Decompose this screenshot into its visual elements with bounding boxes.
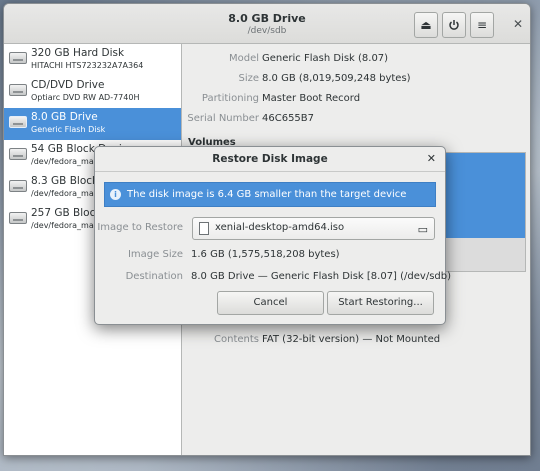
optical-drive-icon	[9, 84, 27, 96]
dialog-title: Restore Disk Image	[212, 153, 328, 165]
serial-value: 46C655B7	[262, 113, 315, 124]
dialog-close-button[interactable]: ✕	[427, 152, 436, 165]
power-off-button[interactable]	[442, 12, 466, 38]
partitioning-label: Partitioning	[201, 93, 259, 104]
size-label: Size	[238, 73, 259, 84]
power-icon	[449, 20, 459, 30]
close-icon: ✕	[426, 152, 436, 165]
dialog-divider	[95, 171, 445, 172]
restore-disk-image-dialog: Restore Disk Image ✕ i The disk image is…	[94, 146, 451, 325]
start-restoring-button[interactable]: Start Restoring...	[327, 291, 434, 315]
toolbar-buttons: ⏏ ≡	[414, 12, 498, 38]
model-row: Model Generic Flash Disk (8.07)	[183, 53, 523, 69]
info-message: The disk image is 6.4 GB smaller than th…	[127, 189, 407, 200]
image-to-restore-label: Image to Restore	[97, 222, 183, 233]
model-label: Model	[228, 53, 259, 64]
destination-label: Destination	[125, 271, 183, 282]
device-subtitle: Optiarc DVD RW AD-7740H	[31, 93, 140, 102]
flash-drive-icon	[9, 116, 27, 128]
hard-disk-icon	[9, 52, 27, 64]
block-device-icon	[9, 180, 27, 192]
image-file-name: xenial-desktop-amd64.iso	[215, 222, 345, 233]
partitioning-row: Partitioning Master Boot Record	[183, 93, 523, 109]
device-subtitle: Generic Flash Disk	[31, 125, 106, 134]
document-icon	[199, 222, 209, 235]
contents-label: Contents	[214, 334, 259, 345]
drive-menu-button[interactable]: ≡	[470, 12, 494, 38]
device-name: 320 GB Hard Disk	[31, 47, 125, 59]
device-name: CD/DVD Drive	[31, 79, 105, 91]
image-size-value: 1.6 GB (1,575,518,208 bytes)	[191, 249, 340, 260]
cancel-button[interactable]: Cancel	[217, 291, 324, 315]
destination-value: 8.0 GB Drive — Generic Flash Disk [8.07]…	[191, 271, 451, 282]
size-row: Size 8.0 GB (8,019,509,248 bytes)	[183, 73, 523, 89]
window-close-button[interactable]: ✕	[511, 17, 525, 31]
titlebar: 8.0 GB Drive /dev/sdb ⏏ ≡ ✕	[4, 4, 530, 44]
size-value: 8.0 GB (8,019,509,248 bytes)	[262, 73, 411, 84]
destination-row: Destination 8.0 GB Drive — Generic Flash…	[95, 271, 451, 287]
sidebar-item-8gb-drive[interactable]: 8.0 GB Drive Generic Flash Disk	[4, 108, 181, 140]
serial-row: Serial Number 46C655B7	[183, 113, 523, 129]
sidebar-item-cd-dvd-drive[interactable]: CD/DVD Drive Optiarc DVD RW AD-7740H	[4, 76, 181, 108]
info-bar: i The disk image is 6.4 GB smaller than …	[104, 182, 436, 207]
folder-open-icon: ▭	[417, 223, 428, 236]
image-file-chooser[interactable]: xenial-desktop-amd64.iso ▭	[192, 217, 435, 240]
device-name: 8.0 GB Drive	[31, 111, 98, 123]
model-value: Generic Flash Disk (8.07)	[262, 53, 389, 64]
block-device-icon	[9, 212, 27, 224]
device-subtitle: HITACHI HTS723232A7A364	[31, 61, 144, 70]
image-size-row: Image Size 1.6 GB (1,575,518,208 bytes)	[95, 249, 445, 265]
info-icon: i	[110, 189, 121, 200]
contents-row: Contents FAT (32-bit version) — Not Moun…	[183, 334, 523, 350]
eject-button[interactable]: ⏏	[414, 12, 438, 38]
eject-icon: ⏏	[420, 18, 432, 32]
image-size-label: Image Size	[127, 249, 183, 260]
block-device-icon	[9, 148, 27, 160]
serial-label: Serial Number	[187, 113, 259, 124]
partitioning-value: Master Boot Record	[262, 93, 361, 104]
contents-value: FAT (32-bit version) — Not Mounted	[262, 334, 441, 345]
close-icon: ✕	[512, 17, 524, 31]
menu-icon: ≡	[476, 18, 488, 32]
sidebar-item-320gb-hard-disk[interactable]: 320 GB Hard Disk HITACHI HTS723232A7A364	[4, 44, 181, 76]
